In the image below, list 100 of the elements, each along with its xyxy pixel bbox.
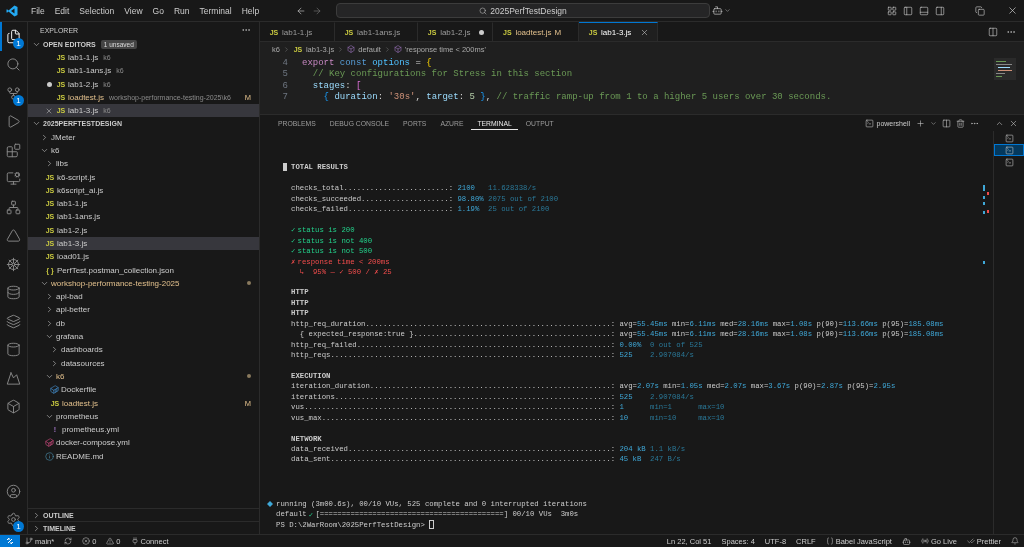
file-name: lab1-1ans.js xyxy=(57,212,101,222)
folder-name: prometheus xyxy=(56,411,99,421)
monitor-icon[interactable] xyxy=(6,171,21,187)
menu-item[interactable]: Help xyxy=(236,5,265,16)
folder-name: JMeter xyxy=(51,132,76,142)
triangle-icon[interactable] xyxy=(6,228,21,244)
menu-item[interactable]: View xyxy=(119,5,148,16)
folder-row[interactable]: k6 xyxy=(28,369,259,384)
task-icon xyxy=(267,500,273,507)
menu-item[interactable]: Edit xyxy=(49,5,75,16)
folder-row[interactable]: api-better xyxy=(28,303,259,317)
network-icon[interactable] xyxy=(6,199,21,215)
folder-row[interactable]: k6 xyxy=(28,143,259,158)
file-name: loadtest.js xyxy=(68,93,105,103)
close-icon[interactable] xyxy=(45,106,53,115)
menu-item[interactable]: Run xyxy=(168,5,195,16)
menu-item[interactable]: File xyxy=(26,5,50,16)
search-icon xyxy=(479,6,488,15)
user-icon[interactable] xyxy=(6,483,21,499)
info-icon xyxy=(45,451,54,461)
remote-button[interactable] xyxy=(0,534,20,547)
folder-row[interactable]: datasources xyxy=(28,356,259,370)
database-icon[interactable] xyxy=(6,285,21,301)
panel-toggle-icon[interactable] xyxy=(919,5,929,16)
folder-row[interactable]: prometheus xyxy=(28,409,259,423)
blocks-icon[interactable] xyxy=(6,142,21,158)
folder-name: k6 xyxy=(56,371,65,381)
terminal-instance[interactable] xyxy=(994,144,1024,156)
folder-row[interactable]: JMeter xyxy=(28,130,259,144)
logo-icon[interactable] xyxy=(6,4,18,17)
cylinder-icon[interactable] xyxy=(6,342,21,358)
tree-row[interactable]: Dockerfile xyxy=(28,383,259,397)
sync-icon[interactable] xyxy=(64,537,73,545)
box-icon[interactable] xyxy=(6,399,21,415)
tree-row[interactable]: README.md xyxy=(28,449,259,463)
folder-row[interactable]: grafana xyxy=(28,329,259,344)
container-icon xyxy=(50,385,59,395)
menu-item[interactable]: Selection xyxy=(74,5,120,16)
chevron-icon[interactable] xyxy=(724,7,731,14)
chevron-icon[interactable] xyxy=(930,119,937,127)
split-editor-icon[interactable] xyxy=(988,26,998,37)
mountain-icon[interactable] xyxy=(6,370,21,386)
code-line: // Key configurations for Stress in this section xyxy=(311,69,573,81)
copilot-icon[interactable] xyxy=(901,536,911,546)
search-icon[interactable] xyxy=(6,57,21,73)
line-number: 6 xyxy=(281,80,288,92)
code-line: stages: [ xyxy=(311,80,362,92)
cube-icon xyxy=(347,45,356,53)
folder-row[interactable]: dashboards xyxy=(28,343,259,357)
layers-icon[interactable] xyxy=(6,313,21,329)
branch-icon[interactable] xyxy=(6,85,21,101)
count-badge: 1 xyxy=(13,37,24,49)
file-name: lab1-1.js xyxy=(57,199,88,209)
wheel-icon[interactable] xyxy=(6,256,21,272)
minimap-drawing xyxy=(994,58,1016,80)
add-icon[interactable] xyxy=(916,118,925,128)
file-name: loadtest.js xyxy=(62,398,99,408)
file-name: lab1-1ans.js xyxy=(68,66,112,76)
close-icon[interactable] xyxy=(1007,5,1018,16)
play-icon[interactable] xyxy=(6,114,21,130)
back-icon[interactable] xyxy=(296,5,306,16)
folder-name: grafana xyxy=(56,332,84,342)
tree-row[interactable]: docker-compose.yml xyxy=(28,436,259,450)
chevron-icon xyxy=(337,45,345,53)
broadcast-icon xyxy=(920,537,929,545)
terminal-icon xyxy=(1004,133,1014,143)
chevron-icon xyxy=(282,45,290,53)
close-icon[interactable] xyxy=(640,27,650,37)
cursor xyxy=(428,520,434,530)
file-name: lab1-1.js xyxy=(68,53,99,63)
folder-row[interactable]: libs xyxy=(28,157,259,171)
remote-icon xyxy=(6,537,14,545)
bell-icon[interactable] xyxy=(1011,537,1019,545)
count-badge: 1 xyxy=(13,94,24,106)
file-name: lab1-2.js xyxy=(57,225,88,235)
files-icon[interactable] xyxy=(6,28,21,44)
settings-icon[interactable] xyxy=(6,512,21,528)
file-name: Dockerfile xyxy=(61,385,97,395)
folder-row[interactable]: api-bad xyxy=(28,290,259,304)
folder-row[interactable]: db xyxy=(28,316,259,330)
menu-item[interactable]: Go xyxy=(147,5,169,16)
folder-row[interactable]: workshop-performance-testing-2025 xyxy=(28,276,259,291)
layout-icon[interactable] xyxy=(887,5,897,16)
restore-icon[interactable] xyxy=(975,5,985,16)
command-search[interactable]: 2025PerfTestDesign xyxy=(336,3,710,18)
copilot-icon[interactable] xyxy=(712,5,723,16)
trash-icon[interactable] xyxy=(956,118,965,128)
menu-item[interactable]: Terminal xyxy=(194,5,237,16)
folder-name: k6 xyxy=(51,145,60,155)
branch-icon xyxy=(25,537,33,545)
folder-name: db xyxy=(56,318,65,328)
code-line: export const options = { xyxy=(302,58,432,69)
close-icon[interactable] xyxy=(1009,118,1018,128)
sidebar-toggle-icon[interactable] xyxy=(903,5,913,16)
count-badge: 1 xyxy=(13,521,24,532)
folder-name: datasources xyxy=(61,358,105,368)
plug-icon xyxy=(130,537,139,545)
line-number: 4 xyxy=(281,58,288,70)
secondary-sidebar-icon[interactable] xyxy=(935,5,945,16)
split-icon[interactable] xyxy=(942,118,951,128)
